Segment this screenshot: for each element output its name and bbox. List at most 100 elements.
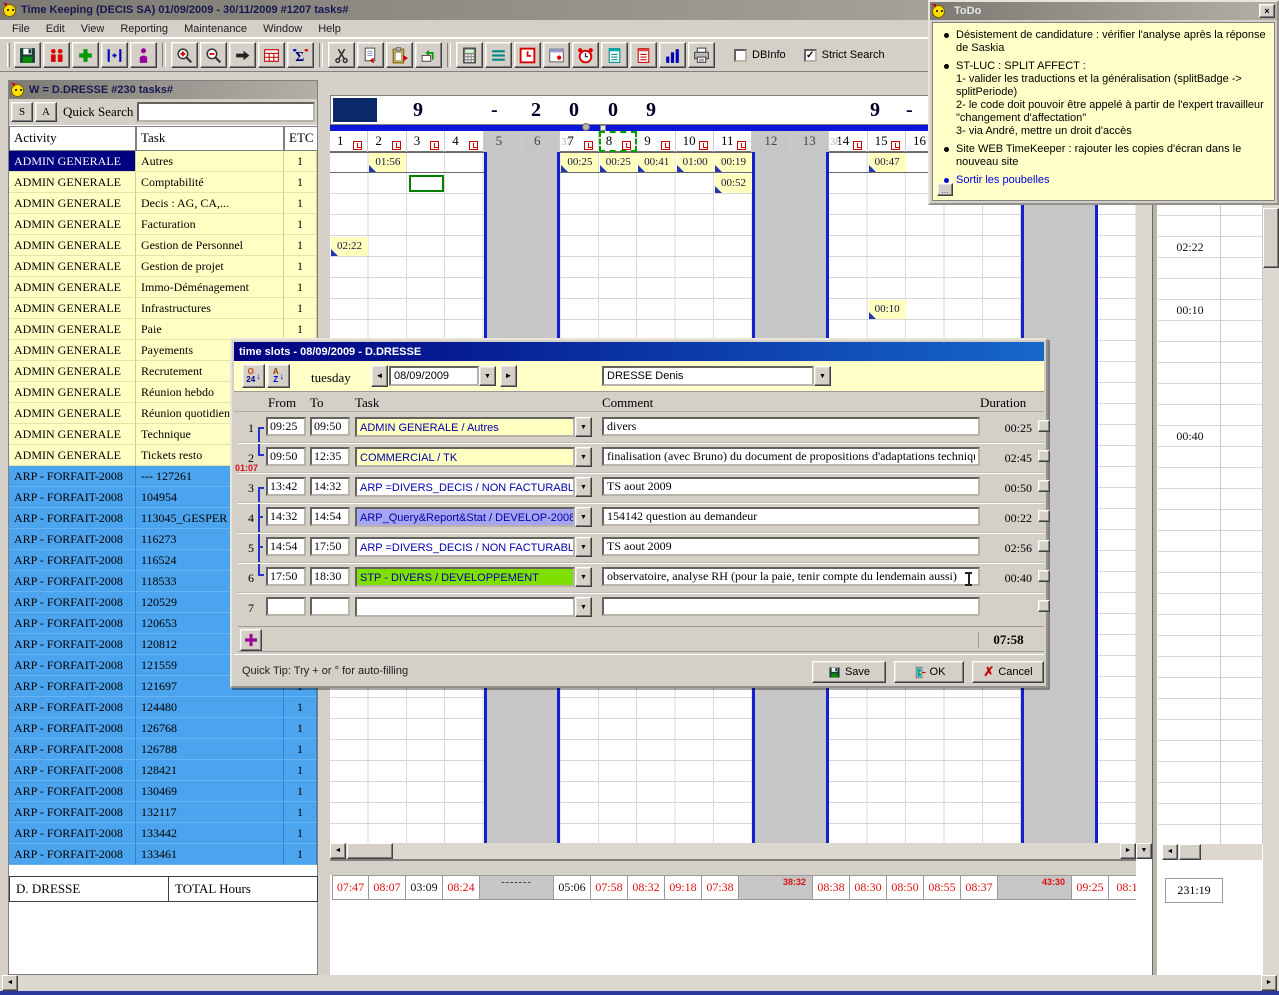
paste-button[interactable] [386, 42, 413, 68]
day-clock-icon[interactable] [392, 141, 401, 150]
cell-etc[interactable]: 1 [284, 739, 317, 760]
person-field[interactable]: DRESSE Denis [602, 366, 814, 386]
column-header-etc[interactable]: ETC [284, 126, 318, 151]
add-row-button[interactable] [240, 629, 262, 651]
menu-reporting[interactable]: Reporting [112, 21, 176, 37]
to-input[interactable] [310, 447, 350, 466]
cell-task[interactable]: Gestion de projet [136, 256, 284, 277]
comment-input[interactable] [602, 507, 980, 526]
scroll-right-icon[interactable]: ► [1261, 975, 1277, 991]
scroll-left-icon[interactable]: ◄ [1162, 844, 1178, 860]
day-header-5[interactable]: 5 [484, 131, 522, 152]
quick-search-input[interactable] [137, 102, 315, 122]
print-button[interactable] [688, 42, 715, 68]
day-clock-icon[interactable] [353, 141, 362, 150]
duration-spin-button[interactable] [1038, 480, 1050, 492]
table-row[interactable]: ARP - FORFAIT-20081267881 [9, 739, 317, 760]
date-field[interactable]: 08/09/2009 [389, 366, 479, 386]
time-entry[interactable]: 02:22 [331, 237, 368, 256]
clock-button[interactable] [514, 42, 541, 68]
table-row[interactable]: ADMIN GENERALEDecis : AG, CA,...1 [9, 193, 317, 214]
cell-activity[interactable]: ARP - FORFAIT-2008 [9, 466, 136, 487]
calendar-day-button[interactable] [543, 42, 570, 68]
cell-task[interactable]: 126768 [136, 718, 284, 739]
cell-etc[interactable]: 1 [284, 802, 317, 823]
cell-etc[interactable]: 1 [284, 697, 317, 718]
cut-button[interactable] [328, 42, 355, 68]
cell-task[interactable]: 124480 [136, 697, 284, 718]
comment-input[interactable] [602, 477, 980, 496]
comment-input[interactable] [602, 537, 980, 556]
list-button[interactable] [485, 42, 512, 68]
time-entry[interactable]: 00:10 [869, 300, 906, 319]
cell-etc[interactable]: 1 [284, 319, 317, 340]
cell-activity[interactable]: ADMIN GENERALE [9, 172, 136, 193]
cell-activity[interactable]: ADMIN GENERALE [9, 214, 136, 235]
calendar-button[interactable] [258, 42, 285, 68]
cell-etc[interactable]: 1 [284, 718, 317, 739]
table-row[interactable]: ARP - FORFAIT-20081244801 [9, 697, 317, 718]
todo-item[interactable]: ST-LUC : SPLIT AFFECT :1- valider les tr… [939, 60, 1266, 138]
sort-s-button[interactable]: S [11, 102, 33, 122]
alarm-button[interactable] [572, 42, 599, 68]
time-entry[interactable]: 00:25 [600, 153, 637, 172]
day-header-14[interactable]: 1438 [829, 131, 867, 152]
date-dropdown-icon[interactable]: ▼ [479, 366, 496, 386]
task-combo-field[interactable]: ARP =DIVERS_DECIS / NON FACTURABL [355, 537, 575, 557]
cell-task[interactable]: Infrastructures [136, 298, 284, 319]
table-row[interactable]: ARP - FORFAIT-20081284211 [9, 760, 317, 781]
cell-activity[interactable]: ADMIN GENERALE [9, 445, 136, 466]
sort-alpha-button[interactable]: AZ↓ [267, 364, 290, 388]
task-dropdown-icon[interactable]: ▼ [575, 537, 592, 557]
cell-activity[interactable]: ARP - FORFAIT-2008 [9, 655, 136, 676]
task-combo-field[interactable] [355, 597, 575, 617]
table-row[interactable]: ADMIN GENERALEGestion de Personnel1 [9, 235, 317, 256]
cell-activity[interactable]: ARP - FORFAIT-2008 [9, 613, 136, 634]
task-dropdown-icon[interactable]: ▼ [575, 567, 592, 587]
cell-task[interactable]: Immo-Déménagement [136, 277, 284, 298]
cell-etc[interactable]: 1 [284, 151, 317, 172]
cell-activity[interactable]: ARP - FORFAIT-2008 [9, 676, 136, 697]
day-clock-icon[interactable] [891, 141, 900, 150]
table-row[interactable]: ARP - FORFAIT-20081321171 [9, 802, 317, 823]
todo-item-link[interactable]: Sortir les poubelles [939, 174, 1266, 187]
day-clock-icon[interactable] [661, 141, 670, 150]
from-input[interactable] [266, 447, 306, 466]
task-combo-field[interactable]: COMMERCIAL / TK [355, 447, 575, 467]
cell-activity[interactable]: ADMIN GENERALE [9, 151, 136, 172]
comment-input[interactable] [602, 567, 980, 586]
menu-window[interactable]: Window [255, 21, 310, 37]
table-row[interactable]: ARP - FORFAIT-20081267681 [9, 718, 317, 739]
calculator-button[interactable] [456, 42, 483, 68]
todo-item[interactable]: Site WEB TimeKeeper : rajouter les copie… [939, 143, 1266, 169]
previous-day-icon[interactable]: ◄ [371, 365, 388, 387]
selected-grid-cell[interactable] [409, 175, 444, 192]
cell-task[interactable]: Gestion de Personnel [136, 235, 284, 256]
cell-activity[interactable]: ADMIN GENERALE [9, 256, 136, 277]
menu-edit[interactable]: Edit [38, 21, 73, 37]
main-horizontal-scrollbar[interactable]: ◄ ► [0, 975, 1279, 991]
column-header-activity[interactable]: Activity [9, 126, 136, 151]
time-entry[interactable]: 00:25 [561, 153, 598, 172]
cell-task[interactable]: Comptabilité [136, 172, 284, 193]
cell-activity[interactable]: ARP - FORFAIT-2008 [9, 781, 136, 802]
users-button[interactable] [43, 42, 70, 68]
table-row[interactable]: ADMIN GENERALEImmo-Déménagement1 [9, 277, 317, 298]
day-header-9[interactable]: 9 [637, 131, 675, 152]
cell-task[interactable]: Facturation [136, 214, 284, 235]
cell-activity[interactable]: ADMIN GENERALE [9, 319, 136, 340]
save-button[interactable] [14, 42, 41, 68]
cell-activity[interactable]: ADMIN GENERALE [9, 424, 136, 445]
person-dropdown-icon[interactable]: ▼ [814, 366, 831, 386]
table-row[interactable]: ARP - FORFAIT-20081304691 [9, 781, 317, 802]
cell-activity[interactable]: ADMIN GENERALE [9, 382, 136, 403]
comment-input[interactable] [602, 597, 980, 616]
task-dropdown-icon[interactable]: ▼ [575, 447, 592, 467]
sort-a-button[interactable]: A [35, 102, 57, 122]
day-header-12[interactable]: 12 [752, 131, 790, 152]
duration-spin-button[interactable] [1038, 540, 1050, 552]
cell-task[interactable]: 133442 [136, 823, 284, 844]
task-dropdown-icon[interactable]: ▼ [575, 507, 592, 527]
cell-task[interactable]: Paie [136, 319, 284, 340]
day-clock-icon[interactable] [699, 141, 708, 150]
